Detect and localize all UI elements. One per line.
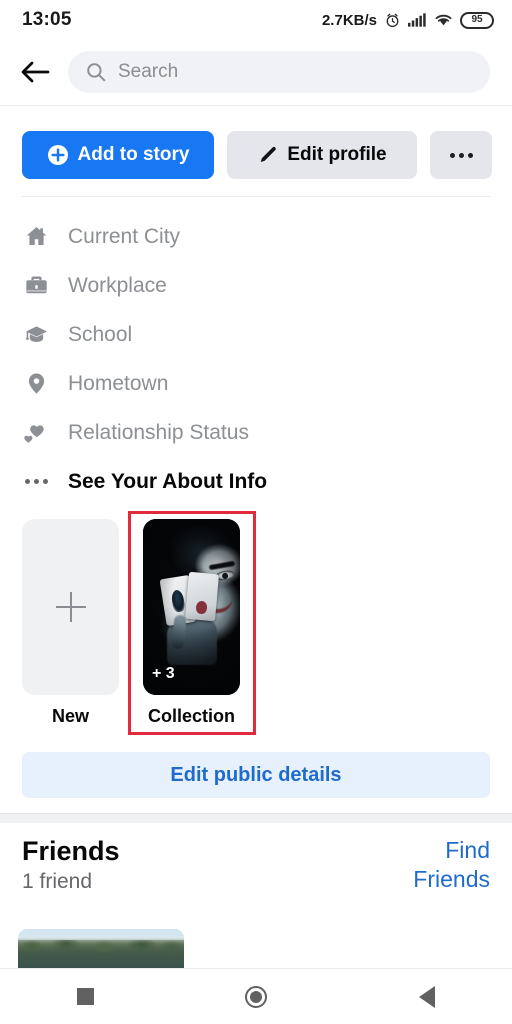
home-icon [22,224,50,249]
about-row-school[interactable]: School [22,310,490,359]
edit-public-details-button[interactable]: Edit public details [22,752,490,798]
status-bar: 13:05 2.7KB/s 95 [0,0,512,40]
hearts-icon [22,420,50,445]
see-your-about-info-label: See Your About Info [68,469,268,493]
featured-collection-card[interactable]: + 3 Collection [143,519,240,727]
edit-profile-button[interactable]: Edit profile [227,131,417,179]
about-label: Hometown [68,371,169,395]
search-header: Search [0,40,512,104]
search-placeholder-text: Search [118,61,179,82]
find-friends-line1: Find [445,837,490,863]
alarm-clock-icon [386,13,399,27]
friends-heading-group: Friends 1 friend [22,836,120,895]
back-button[interactable] [18,55,52,89]
header-divider [0,105,512,106]
home-button[interactable] [224,975,288,1019]
status-icons: 2.7KB/s 95 [321,11,494,29]
friends-count: 1 friend [22,870,93,894]
collection-card-tile[interactable]: + 3 [143,519,240,695]
new-card-label: New [51,706,89,726]
add-to-story-label: Add to story [77,144,190,165]
location-pin-icon [22,371,50,396]
friends-section: Friends 1 friend Find Friends [0,836,512,895]
section-separator-band [0,814,512,823]
forest-landscape-photo [18,940,184,969]
recents-button[interactable] [53,975,117,1019]
plus-circle-icon [47,145,68,165]
more-options-button[interactable] [430,131,492,179]
search-icon [87,63,106,82]
about-row-hometown[interactable]: Hometown [22,359,490,408]
ellipsis-icon [22,479,50,484]
featured-cards: New + 3 Collection [0,519,512,727]
status-time: 13:05 [22,9,72,30]
triangle-back-icon [418,985,435,1008]
about-label: Current City [68,224,181,248]
ellipsis-icon [449,152,473,158]
about-row-workplace[interactable]: Workplace [22,261,490,310]
collection-card-label: Collection [147,706,235,726]
friend-thumbnail[interactable] [18,929,184,969]
circle-home-icon [244,985,267,1008]
briefcase-icon [22,273,50,298]
profile-actions: Add to story Edit profile [0,131,512,179]
cellular-signal-icon [408,13,426,27]
actions-divider [22,196,490,197]
pencil-icon [261,146,277,162]
back-arrow-icon [21,61,50,83]
battery-indicator: 95 [460,11,494,29]
find-friends-line2: Friends [413,866,490,893]
about-row-current-city[interactable]: Current City [22,212,490,261]
featured-new-card[interactable]: New [22,519,119,727]
android-nav-bar [0,969,512,1024]
edit-profile-label: Edit profile [287,144,387,165]
about-label: School [68,322,133,346]
about-label: Workplace [68,273,167,297]
square-recents-icon [76,988,94,1005]
about-label: Relationship Status [68,420,249,444]
friends-title: Friends [22,836,120,866]
back-nav-button[interactable] [395,975,459,1019]
find-friends-link[interactable]: Find Friends [380,836,490,895]
collection-count-badge: + 3 [152,665,175,682]
about-row-relationship-status[interactable]: Relationship Status [22,408,490,457]
search-input[interactable]: Search [68,51,490,93]
new-card-tile[interactable] [22,519,119,695]
network-speed-label: 2.7KB/s [321,11,377,29]
wifi-icon [435,14,452,26]
graduation-cap-icon [22,322,50,347]
add-to-story-button[interactable]: Add to story [22,131,214,179]
edit-public-details-label: Edit public details [170,763,342,786]
facebook-profile-screen: 13:05 2.7KB/s 95 Search Add to story Edi… [0,0,512,1024]
see-your-about-info-row[interactable]: See Your About Info [22,457,490,506]
about-list: Current City Workplace School Hometown R… [0,212,512,506]
battery-level-label: 95 [471,14,483,25]
